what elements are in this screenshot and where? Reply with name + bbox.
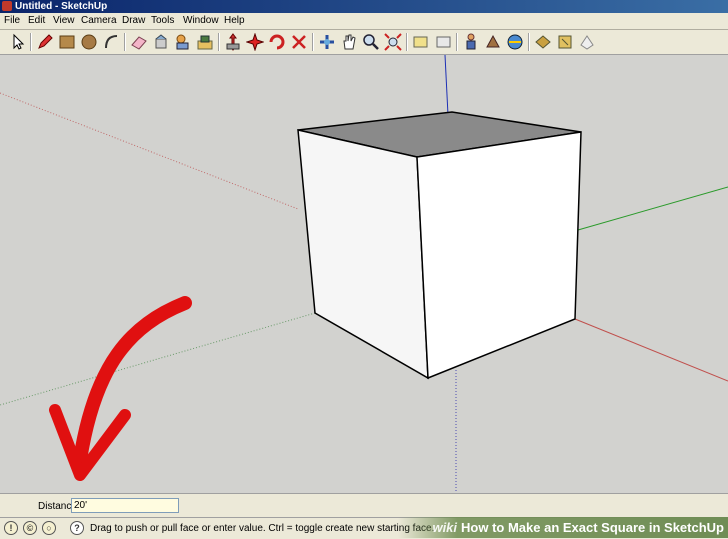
red-axis-dotted bbox=[0, 92, 299, 210]
green-axis-dotted bbox=[0, 312, 316, 406]
eraser-icon[interactable] bbox=[130, 33, 148, 51]
rectangle-icon[interactable] bbox=[58, 33, 76, 51]
credits-icon[interactable]: © bbox=[23, 521, 37, 535]
red-axis-solid bbox=[574, 318, 728, 382]
menu-bar: File Edit View Camera Draw Tools Window … bbox=[0, 13, 728, 30]
paint-bucket-icon[interactable] bbox=[152, 33, 170, 51]
push-pull-icon[interactable] bbox=[196, 33, 214, 51]
scale-icon[interactable] bbox=[290, 33, 308, 51]
position-camera-icon[interactable] bbox=[506, 33, 524, 51]
sketchup-logo-icon bbox=[2, 1, 12, 11]
menu-draw[interactable]: Draw bbox=[122, 15, 145, 26]
dimensions-icon[interactable] bbox=[556, 33, 574, 51]
arc-icon[interactable] bbox=[102, 33, 120, 51]
help-icon[interactable]: ? bbox=[70, 521, 84, 535]
watermark-site: wiki bbox=[432, 520, 458, 535]
make-component-icon[interactable] bbox=[174, 33, 192, 51]
circle-icon[interactable] bbox=[80, 33, 98, 51]
scene-canvas bbox=[0, 55, 728, 493]
zoom-icon[interactable] bbox=[362, 33, 380, 51]
orbit-icon[interactable] bbox=[318, 33, 336, 51]
blue-axis-solid bbox=[444, 55, 449, 116]
toolbar bbox=[0, 30, 728, 55]
move-icon[interactable] bbox=[224, 33, 242, 51]
menu-tools[interactable]: Tools bbox=[151, 15, 174, 26]
menu-file[interactable]: File bbox=[4, 15, 20, 26]
look-around-icon[interactable] bbox=[484, 33, 502, 51]
status-message: Drag to push or pull face or enter value… bbox=[90, 523, 435, 534]
cube-right-face bbox=[416, 131, 582, 380]
rotate-icon[interactable] bbox=[246, 33, 264, 51]
select-icon[interactable] bbox=[9, 33, 27, 51]
menu-view[interactable]: View bbox=[53, 15, 75, 26]
menu-camera[interactable]: Camera bbox=[81, 15, 117, 26]
drawing-viewport[interactable] bbox=[0, 55, 728, 493]
pan-icon[interactable] bbox=[340, 33, 358, 51]
zoom-extents-icon[interactable] bbox=[384, 33, 402, 51]
title-bar: Untitled - SketchUp bbox=[0, 0, 728, 13]
menu-edit[interactable]: Edit bbox=[28, 15, 45, 26]
menu-help[interactable]: Help bbox=[224, 15, 245, 26]
menu-window[interactable]: Window bbox=[183, 15, 219, 26]
vcb-input[interactable]: 20' bbox=[71, 498, 179, 513]
next-view-icon[interactable] bbox=[434, 33, 452, 51]
window-title: Untitled - SketchUp bbox=[15, 1, 108, 12]
geo-location-icon[interactable]: ! bbox=[4, 521, 18, 535]
pencil-icon[interactable] bbox=[36, 33, 54, 51]
cube-left-face bbox=[297, 129, 429, 380]
watermark-title: How to Make an Exact Square in SketchUp bbox=[461, 520, 724, 535]
previous-view-icon[interactable] bbox=[412, 33, 430, 51]
walk-icon[interactable] bbox=[462, 33, 480, 51]
watermark-banner: wiki How to Make an Exact Square in Sketc… bbox=[398, 517, 728, 538]
user-icon[interactable]: ○ bbox=[42, 521, 56, 535]
measurements-bar: Distance 20' bbox=[0, 493, 728, 518]
text-icon[interactable] bbox=[578, 33, 596, 51]
green-axis-solid bbox=[577, 186, 728, 231]
offset-icon[interactable] bbox=[268, 33, 286, 51]
annotation-arrow-shaft bbox=[73, 296, 192, 467]
tape-measure-icon[interactable] bbox=[534, 33, 552, 51]
